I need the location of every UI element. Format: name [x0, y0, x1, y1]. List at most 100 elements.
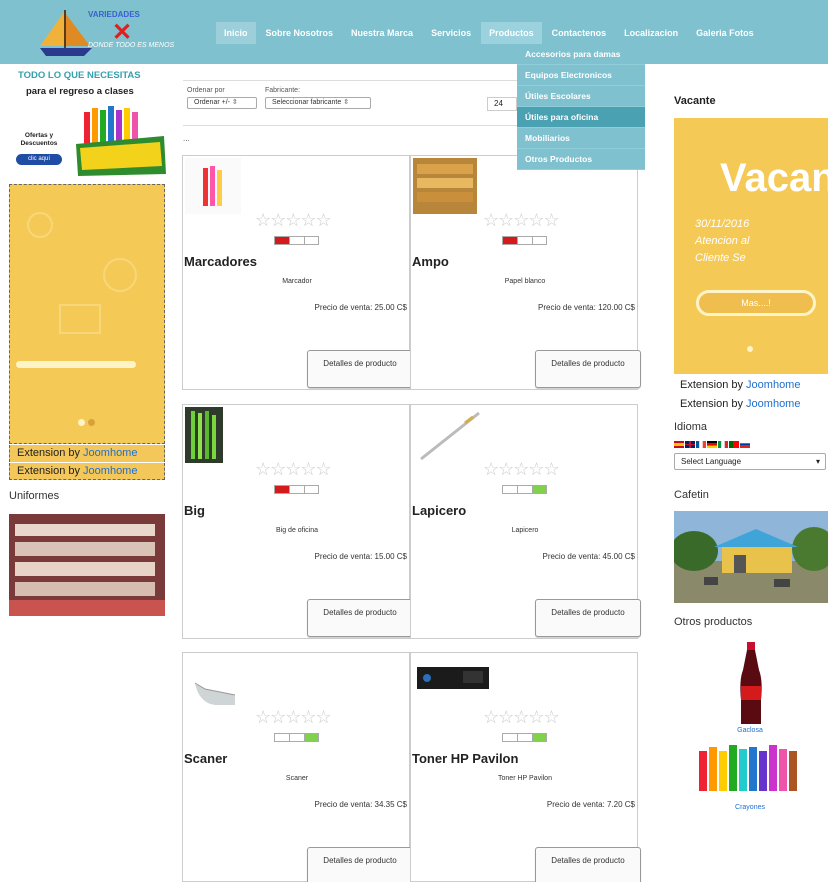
vacante-slider[interactable]: Vacan 30/11/2016 Atencion al Cliente Se … [674, 118, 828, 374]
nav-nuestra-marca[interactable]: Nuestra Marca [343, 22, 421, 44]
otros-productos-title: Otros productos [674, 616, 753, 628]
manufacturer-label: Fabricante: [265, 87, 301, 94]
extension-text: Extension by [680, 398, 747, 410]
details-button[interactable]: Detalles de producto [307, 350, 413, 388]
details-button[interactable]: Detalles de producto [535, 599, 641, 637]
dropdown-item-accesorios[interactable]: Accesorios para damas [517, 44, 645, 65]
manufacturer-select[interactable]: Seleccionar fabricante ⇳ [265, 97, 371, 109]
cafetin-title: Cafetin [674, 489, 709, 501]
nav-contactenos[interactable]: Contactenos [544, 22, 615, 44]
details-button[interactable]: Detalles de producto [307, 599, 413, 637]
nav-productos[interactable]: Productos [481, 22, 542, 44]
product-price: Precio de venta: 7.20 C$ [525, 799, 635, 810]
product-description: Toner HP Pavilon [498, 775, 552, 782]
flag-italy-icon[interactable] [718, 441, 728, 448]
product-name[interactable]: Scaner [184, 751, 227, 766]
product-card: ☆☆☆☆☆ Toner HP Pavilon Toner HP Pavilon … [410, 652, 641, 882]
details-button[interactable]: Detalles de producto [535, 847, 641, 882]
product-price: Precio de venta: 25.00 C$ [297, 302, 407, 313]
product-image[interactable] [413, 158, 477, 214]
details-button[interactable]: Detalles de producto [307, 847, 413, 882]
price-value: 7.20 C$ [606, 800, 635, 809]
gaseosa-link[interactable]: Gaclosa [694, 727, 806, 734]
brand-tagline: DONDE TODO ES MENOS [88, 42, 175, 49]
dropdown-item-otros[interactable]: Otros Productos [517, 149, 645, 170]
promo-offer: Ofertas y Descuentos [20, 132, 58, 147]
site-header: VARIEDADES ✕ DONDE TODO ES MENOS Inicio … [0, 0, 828, 64]
results-limit-select[interactable]: 24 [487, 97, 517, 111]
slider-pattern [27, 212, 137, 334]
uniformes-title: Uniformes [9, 490, 60, 502]
crayones-link[interactable]: Crayones [694, 804, 806, 811]
rating-stars[interactable]: ☆☆☆☆☆ [255, 210, 332, 231]
stock-indicator [274, 485, 319, 494]
product-name[interactable]: Toner HP Pavilon [412, 751, 518, 766]
nav-servicios[interactable]: Servicios [423, 22, 479, 44]
product-price: Precio de venta: 15.00 C$ [297, 551, 407, 562]
details-button[interactable]: Detalles de producto [535, 350, 641, 388]
product-name[interactable]: Ampo [412, 254, 449, 269]
left-slider[interactable] [9, 184, 165, 444]
vacante-title: Vacante [674, 95, 716, 107]
price-label: Precio de venta: [314, 800, 373, 809]
rating-stars[interactable]: ☆☆☆☆☆ [483, 707, 560, 728]
crayons-image [74, 104, 166, 176]
rating-stars[interactable]: ☆☆☆☆☆ [483, 459, 560, 480]
rating-stars[interactable]: ☆☆☆☆☆ [255, 707, 332, 728]
product-image[interactable] [185, 158, 241, 214]
product-card: ☆☆☆☆☆ Big Big de oficina Precio de venta… [182, 404, 413, 639]
flag-spain-icon[interactable] [674, 441, 684, 448]
product-image[interactable] [413, 407, 483, 467]
language-flags [674, 441, 751, 448]
cafetin-image[interactable] [674, 511, 828, 603]
flag-germany-icon[interactable] [707, 441, 717, 448]
joomhome-link[interactable]: Joomhome [746, 398, 800, 410]
soda-bottle-image[interactable] [735, 640, 767, 726]
order-select[interactable]: Ordenar +/- ⇳ [187, 97, 257, 109]
rating-stars[interactable]: ☆☆☆☆☆ [255, 459, 332, 480]
vacante-more-button[interactable]: Mas....! [696, 290, 816, 316]
uniformes-image[interactable] [9, 514, 165, 616]
flag-uk-icon[interactable] [685, 441, 695, 448]
promo-click-button[interactable]: clic aquí [16, 154, 62, 165]
dropdown-item-utiles-oficina[interactable]: Útiles para oficina [517, 107, 645, 128]
dropdown-item-utiles-escolares[interactable]: Útiles Escolares [517, 86, 645, 107]
rating-stars[interactable]: ☆☆☆☆☆ [483, 210, 560, 231]
joomhome-link[interactable]: Joomhome [83, 447, 137, 459]
product-image[interactable] [413, 655, 493, 699]
language-select[interactable]: Select Language ▾ [674, 453, 826, 470]
product-image[interactable] [185, 655, 239, 711]
crayons-image[interactable] [695, 737, 807, 801]
nav-localizacion[interactable]: Localizacion [616, 22, 686, 44]
product-card: ☆☆☆☆☆ Ampo Papel blanco Precio de venta:… [410, 155, 641, 390]
stock-indicator [274, 733, 319, 742]
flag-portugal-icon[interactable] [729, 441, 739, 448]
site-logo[interactable]: VARIEDADES ✕ DONDE TODO ES MENOS [30, 6, 200, 58]
product-name[interactable]: Marcadores [184, 254, 257, 269]
product-name[interactable]: Lapicero [412, 503, 466, 518]
flag-france-icon[interactable] [696, 441, 706, 448]
extension-text: Extension by [680, 379, 747, 391]
dropdown-item-equipos[interactable]: Equipos Electronicos [517, 65, 645, 86]
nav-inicio[interactable]: Inicio [216, 22, 256, 44]
product-name[interactable]: Big [184, 503, 205, 518]
stock-indicator [502, 733, 547, 742]
joomhome-link[interactable]: Joomhome [746, 379, 800, 391]
idioma-title: Idioma [674, 421, 708, 433]
slider-dot[interactable] [747, 346, 753, 352]
dropdown-item-mobiliarios[interactable]: Mobiliarios [517, 128, 645, 149]
back-to-school-banner[interactable]: TODO LO QUE NECESITAS para el regreso a … [8, 68, 166, 178]
slider-caption-bar [16, 361, 136, 368]
nav-galeria-fotos[interactable]: Galeria Fotos [688, 22, 762, 44]
nav-sobre-nosotros[interactable]: Sobre Nosotros [258, 22, 342, 44]
vacante-heading: Vacan [720, 156, 828, 200]
product-price: Precio de venta: 34.35 C$ [297, 799, 407, 810]
language-select-value: Select Language [681, 457, 742, 466]
flag-russia-icon[interactable] [740, 441, 750, 448]
product-card: ☆☆☆☆☆ Marcadores Marcador Precio de vent… [182, 155, 413, 390]
slider-dot-1[interactable] [78, 419, 85, 426]
slider-dot-2[interactable] [88, 419, 95, 426]
joomhome-link[interactable]: Joomhome [83, 465, 137, 477]
product-card: ☆☆☆☆☆ Scaner Scaner Precio de venta: 34.… [182, 652, 413, 882]
product-image[interactable] [185, 407, 223, 463]
